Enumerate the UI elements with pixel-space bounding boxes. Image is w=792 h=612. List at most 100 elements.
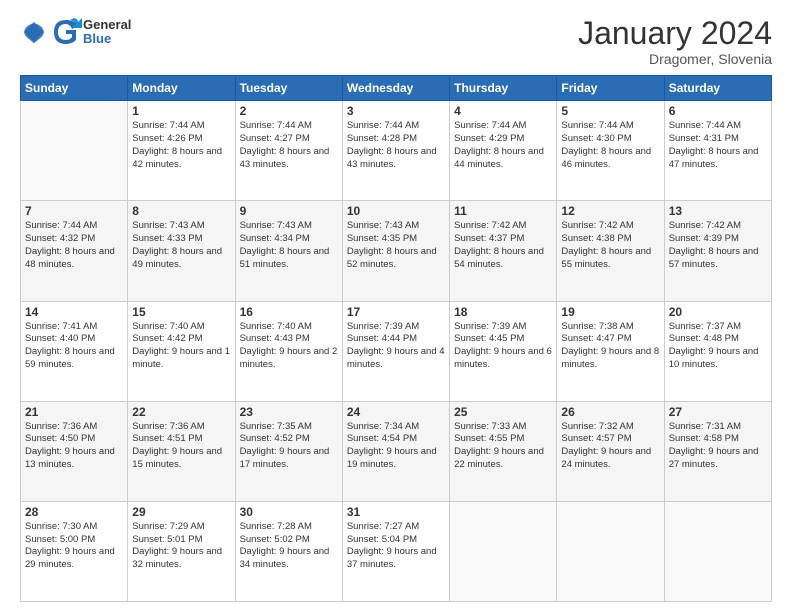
- weekday-header: Tuesday: [235, 76, 342, 101]
- day-info: Sunrise: 7:44 AMSunset: 4:26 PMDaylight:…: [132, 120, 230, 171]
- day-number: 22: [132, 405, 230, 419]
- calendar-cell: 20Sunrise: 7:37 AMSunset: 4:48 PMDayligh…: [664, 301, 771, 401]
- calendar-cell: 19 Sunrise: 7:38 AMSunset: 4:47 PMDayligh…: [557, 301, 664, 401]
- day-number: 13: [669, 204, 767, 218]
- day-number: 6: [669, 104, 767, 118]
- day-number: 26: [561, 405, 659, 419]
- subtitle: Dragomer, Slovenia: [578, 51, 772, 67]
- day-info: Sunrise: 7:34 AMSunset: 4:54 PMDaylight:…: [347, 421, 445, 472]
- weekday-header: Monday: [128, 76, 235, 101]
- header-row: SundayMondayTuesdayWednesdayThursdayFrid…: [21, 76, 772, 101]
- day-number: 18: [454, 305, 552, 319]
- calendar-cell: 26 Sunrise: 7:32 AMSunset: 4:57 PMDayligh…: [557, 401, 664, 501]
- calendar-cell: 16Sunrise: 7:40 AMSunset: 4:43 PMDayligh…: [235, 301, 342, 401]
- calendar-cell: 12 Sunrise: 7:42 AMSunset: 4:38 PMDayligh…: [557, 201, 664, 301]
- day-number: 24: [347, 405, 445, 419]
- calendar-cell: 27 Sunrise: 7:31 AMSunset: 4:58 PMDayligh…: [664, 401, 771, 501]
- day-number: 21: [25, 405, 123, 419]
- calendar-cell: 30 Sunrise: 7:28 AMSunset: 5:02 PMDayligh…: [235, 501, 342, 601]
- day-number: 3: [347, 104, 445, 118]
- day-info: Sunrise: 7:41 AMSunset: 4:40 PMDaylight:…: [25, 321, 123, 372]
- calendar-cell: 17Sunrise: 7:39 AMSunset: 4:44 PMDayligh…: [342, 301, 449, 401]
- week-row: 21 Sunrise: 7:36 AMSunset: 4:50 PMDayligh…: [21, 401, 772, 501]
- week-row: 7Sunrise: 7:44 AMSunset: 4:32 PMDaylight…: [21, 201, 772, 301]
- title-block: January 2024 Dragomer, Slovenia: [578, 16, 772, 67]
- day-info: Sunrise: 7:30 AMSunset: 5:00 PMDaylight:…: [25, 521, 123, 572]
- calendar-cell: 24 Sunrise: 7:34 AMSunset: 4:54 PMDayligh…: [342, 401, 449, 501]
- day-info: Sunrise: 7:43 AMSunset: 4:34 PMDaylight:…: [240, 220, 338, 271]
- main-title: January 2024: [578, 16, 772, 51]
- calendar-cell: 22 Sunrise: 7:36 AMSunset: 4:51 PMDayligh…: [128, 401, 235, 501]
- day-info: Sunrise: 7:32 AMSunset: 4:57 PMDaylight:…: [561, 421, 659, 472]
- calendar-cell: 25 Sunrise: 7:33 AMSunset: 4:55 PMDayligh…: [450, 401, 557, 501]
- day-number: 5: [561, 104, 659, 118]
- calendar-cell: 1Sunrise: 7:44 AMSunset: 4:26 PMDaylight…: [128, 101, 235, 201]
- calendar-cell: 6 Sunrise: 7:44 AMSunset: 4:31 PMDaylight…: [664, 101, 771, 201]
- calendar-cell: [557, 501, 664, 601]
- week-row: 1Sunrise: 7:44 AMSunset: 4:26 PMDaylight…: [21, 101, 772, 201]
- day-info: Sunrise: 7:43 AMSunset: 4:33 PMDaylight:…: [132, 220, 230, 271]
- day-info: Sunrise: 7:36 AMSunset: 4:51 PMDaylight:…: [132, 421, 230, 472]
- calendar-cell: 11 Sunrise: 7:42 AMSunset: 4:37 PMDayligh…: [450, 201, 557, 301]
- calendar-cell: 9 Sunrise: 7:43 AMSunset: 4:34 PMDaylight…: [235, 201, 342, 301]
- day-number: 8: [132, 204, 230, 218]
- day-info: Sunrise: 7:33 AMSunset: 4:55 PMDaylight:…: [454, 421, 552, 472]
- day-info: Sunrise: 7:39 AMSunset: 4:45 PMDaylight:…: [454, 321, 552, 372]
- logo: General Blue: [20, 16, 131, 48]
- logo-text-block: General Blue: [50, 16, 131, 48]
- day-number: 30: [240, 505, 338, 519]
- day-info: Sunrise: 7:42 AMSunset: 4:38 PMDaylight:…: [561, 220, 659, 271]
- logo-line1: General: [83, 18, 131, 32]
- calendar-cell: 13 Sunrise: 7:42 AMSunset: 4:39 PMDayligh…: [664, 201, 771, 301]
- day-info: Sunrise: 7:40 AMSunset: 4:42 PMDaylight:…: [132, 321, 230, 372]
- day-number: 12: [561, 204, 659, 218]
- day-info: Sunrise: 7:42 AMSunset: 4:37 PMDaylight:…: [454, 220, 552, 271]
- day-info: Sunrise: 7:28 AMSunset: 5:02 PMDaylight:…: [240, 521, 338, 572]
- header: General Blue January 2024 Dragomer, Slov…: [20, 16, 772, 67]
- calendar-cell: 14 Sunrise: 7:41 AMSunset: 4:40 PMDayligh…: [21, 301, 128, 401]
- calendar-cell: [450, 501, 557, 601]
- weekday-header: Wednesday: [342, 76, 449, 101]
- day-number: 25: [454, 405, 552, 419]
- day-info: Sunrise: 7:36 AMSunset: 4:50 PMDaylight:…: [25, 421, 123, 472]
- day-info: Sunrise: 7:40 AMSunset: 4:43 PMDaylight:…: [240, 321, 338, 372]
- day-number: 29: [132, 505, 230, 519]
- calendar-cell: 31Sunrise: 7:27 AMSunset: 5:04 PMDayligh…: [342, 501, 449, 601]
- day-info: Sunrise: 7:42 AMSunset: 4:39 PMDaylight:…: [669, 220, 767, 271]
- page: General Blue January 2024 Dragomer, Slov…: [0, 0, 792, 612]
- day-number: 27: [669, 405, 767, 419]
- calendar-cell: 2 Sunrise: 7:44 AMSunset: 4:27 PMDaylight…: [235, 101, 342, 201]
- week-row: 28Sunrise: 7:30 AMSunset: 5:00 PMDayligh…: [21, 501, 772, 601]
- day-info: Sunrise: 7:43 AMSunset: 4:35 PMDaylight:…: [347, 220, 445, 271]
- calendar-cell: 15 Sunrise: 7:40 AMSunset: 4:42 PMDayligh…: [128, 301, 235, 401]
- day-number: 11: [454, 204, 552, 218]
- weekday-header: Friday: [557, 76, 664, 101]
- day-number: 14: [25, 305, 123, 319]
- logo-line2: Blue: [83, 32, 131, 46]
- calendar-cell: 3 Sunrise: 7:44 AMSunset: 4:28 PMDaylight…: [342, 101, 449, 201]
- day-info: Sunrise: 7:44 AMSunset: 4:28 PMDaylight:…: [347, 120, 445, 171]
- weekday-header: Thursday: [450, 76, 557, 101]
- day-info: Sunrise: 7:31 AMSunset: 4:58 PMDaylight:…: [669, 421, 767, 472]
- day-info: Sunrise: 7:44 AMSunset: 4:31 PMDaylight:…: [669, 120, 767, 171]
- calendar-cell: [664, 501, 771, 601]
- day-number: 9: [240, 204, 338, 218]
- day-number: 2: [240, 104, 338, 118]
- day-number: 19: [561, 305, 659, 319]
- calendar-cell: 8 Sunrise: 7:43 AMSunset: 4:33 PMDaylight…: [128, 201, 235, 301]
- day-info: Sunrise: 7:29 AMSunset: 5:01 PMDaylight:…: [132, 521, 230, 572]
- day-info: Sunrise: 7:44 AMSunset: 4:30 PMDaylight:…: [561, 120, 659, 171]
- weekday-header: Sunday: [21, 76, 128, 101]
- day-number: 23: [240, 405, 338, 419]
- day-info: Sunrise: 7:38 AMSunset: 4:47 PMDaylight:…: [561, 321, 659, 372]
- calendar-cell: 4Sunrise: 7:44 AMSunset: 4:29 PMDaylight…: [450, 101, 557, 201]
- week-row: 14 Sunrise: 7:41 AMSunset: 4:40 PMDayligh…: [21, 301, 772, 401]
- calendar-cell: 10Sunrise: 7:43 AMSunset: 4:35 PMDayligh…: [342, 201, 449, 301]
- weekday-header: Saturday: [664, 76, 771, 101]
- day-number: 17: [347, 305, 445, 319]
- day-number: 4: [454, 104, 552, 118]
- day-info: Sunrise: 7:44 AMSunset: 4:27 PMDaylight:…: [240, 120, 338, 171]
- calendar-cell: 21 Sunrise: 7:36 AMSunset: 4:50 PMDayligh…: [21, 401, 128, 501]
- calendar-cell: 28Sunrise: 7:30 AMSunset: 5:00 PMDayligh…: [21, 501, 128, 601]
- day-number: 15: [132, 305, 230, 319]
